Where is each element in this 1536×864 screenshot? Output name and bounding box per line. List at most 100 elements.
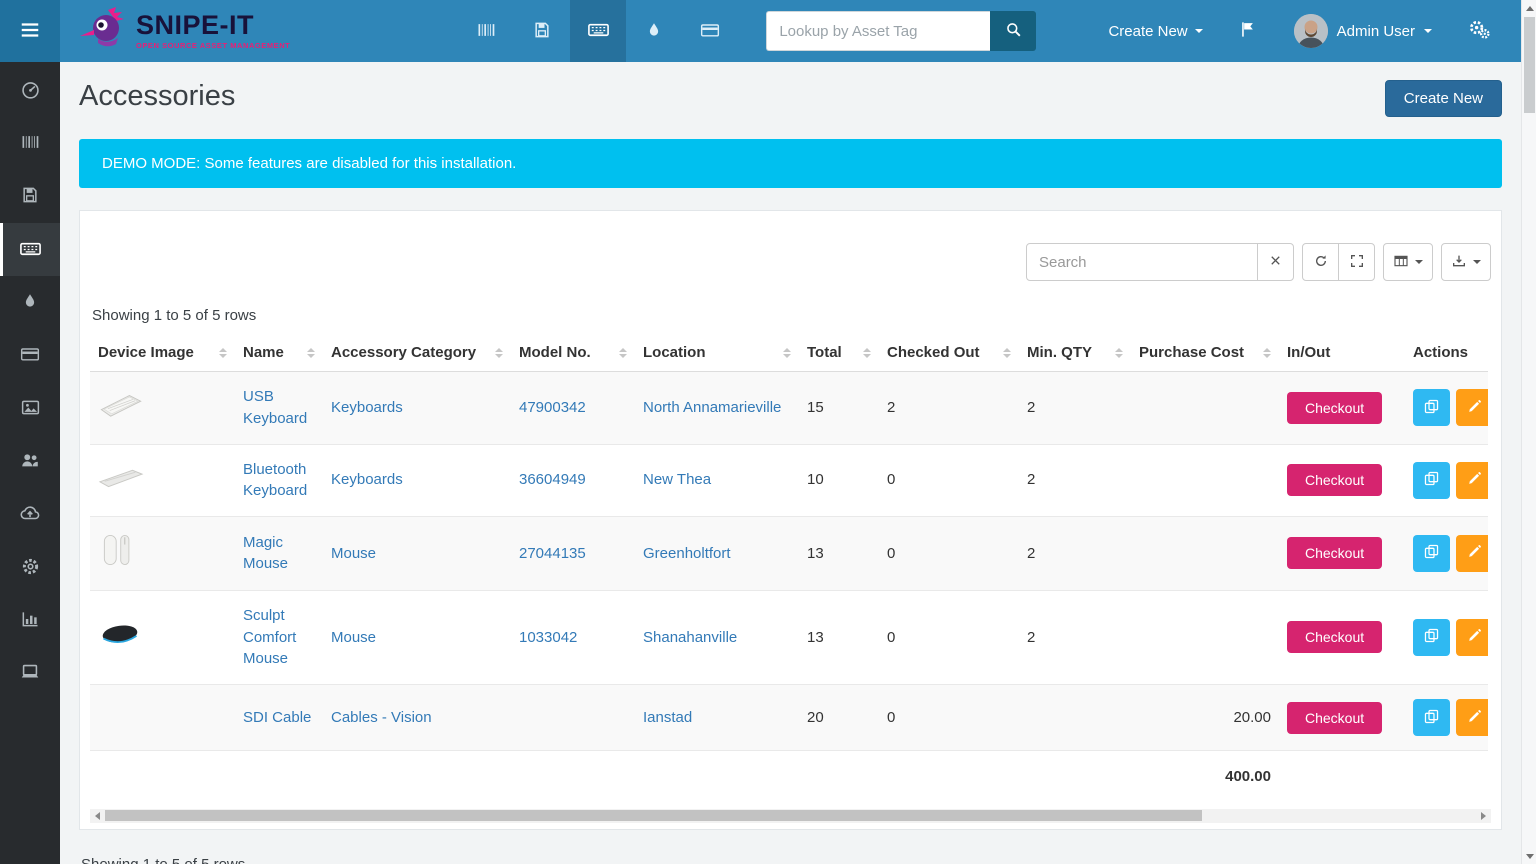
scroll-right-arrow-icon[interactable] <box>1476 809 1491 823</box>
table-search-input[interactable] <box>1026 243 1258 281</box>
sidebar-item-licenses[interactable] <box>0 170 60 223</box>
checkout-button[interactable]: Checkout <box>1287 702 1382 734</box>
image-icon <box>20 397 41 421</box>
edit-button[interactable] <box>1456 389 1488 426</box>
accessory-name-link[interactable]: Bluetooth Keyboard <box>243 461 307 500</box>
sidebar-item-reports[interactable] <box>0 594 60 647</box>
in-out-cell: Checkout <box>1279 444 1405 517</box>
navbar-create-new-dropdown[interactable]: Create New <box>1108 23 1202 40</box>
shortcut-components[interactable] <box>682 0 738 62</box>
fullscreen-icon <box>1349 253 1365 272</box>
clone-button[interactable] <box>1413 389 1450 426</box>
sculpt-comfort-mouse-image[interactable] <box>98 620 142 648</box>
clear-search-button[interactable] <box>1257 243 1294 281</box>
col-checked-out[interactable]: Checked Out <box>879 334 1019 372</box>
col-model-no[interactable]: Model No. <box>511 334 635 372</box>
table-row: Sculpt Comfort Mouse Mouse 1033042 Shana… <box>90 590 1488 684</box>
edit-pencil-icon <box>1466 543 1483 563</box>
sidebar-item-requestable[interactable] <box>0 647 60 700</box>
gear-icon <box>20 556 41 580</box>
col-min-qty[interactable]: Min. QTY <box>1019 334 1131 372</box>
admin-settings-button[interactable] <box>1468 18 1491 44</box>
sidebar-item-accessories[interactable] <box>0 223 60 276</box>
main-content: Accessories Create New DEMO MODE: Some f… <box>60 62 1521 864</box>
user-menu[interactable]: Admin User <box>1294 14 1432 48</box>
edit-button[interactable] <box>1456 699 1488 736</box>
droplet-icon <box>645 21 663 42</box>
accessory-category-link[interactable]: Mouse <box>331 545 376 562</box>
col-accessory-category[interactable]: Accessory Category <box>323 334 511 372</box>
asset-tag-lookup-input[interactable] <box>766 11 990 51</box>
sidebar-item-people[interactable] <box>0 435 60 488</box>
scroll-left-arrow-icon[interactable] <box>90 809 105 823</box>
accessory-category-link[interactable]: Keyboards <box>331 471 403 488</box>
actions-cell <box>1405 517 1488 591</box>
edit-button[interactable] <box>1456 462 1488 499</box>
refresh-button[interactable] <box>1302 243 1339 281</box>
shortcut-consumables[interactable] <box>626 0 682 62</box>
brand-logo[interactable]: SNIPE-IT OPEN SOURCE ASSET MANAGEMENT <box>78 6 290 57</box>
create-new-button[interactable]: Create New <box>1385 80 1502 117</box>
columns-dropdown-button[interactable] <box>1383 243 1433 281</box>
checkout-button[interactable]: Checkout <box>1287 621 1382 653</box>
flag-button[interactable] <box>1239 20 1258 42</box>
sidebar-item-import[interactable] <box>0 488 60 541</box>
chevron-down-icon <box>1415 260 1423 264</box>
col-total[interactable]: Total <box>799 334 879 372</box>
clone-button[interactable] <box>1413 619 1450 656</box>
name-cell: Magic Mouse <box>235 517 323 591</box>
location-cell: Ianstad <box>635 685 799 751</box>
col-purchase-cost[interactable]: Purchase Cost <box>1131 334 1279 372</box>
location-link[interactable]: Ianstad <box>643 709 692 726</box>
location-link[interactable]: North Annamarieville <box>643 399 781 416</box>
scroll-up-arrow-icon[interactable] <box>1522 0 1536 16</box>
clone-button[interactable] <box>1413 462 1450 499</box>
model-no-link[interactable]: 1033042 <box>519 629 577 646</box>
edit-button[interactable] <box>1456 619 1488 656</box>
horizontal-scrollbar[interactable] <box>90 809 1491 823</box>
accessory-category-link[interactable]: Mouse <box>331 629 376 646</box>
shortcut-licenses[interactable] <box>514 0 570 62</box>
sidebar-item-kits[interactable] <box>0 382 60 435</box>
scroll-down-arrow-icon[interactable] <box>1522 848 1536 864</box>
checkout-button[interactable]: Checkout <box>1287 392 1382 424</box>
export-dropdown-button[interactable] <box>1441 243 1491 281</box>
accessory-name-link[interactable]: Sculpt Comfort Mouse <box>243 607 296 668</box>
clone-button[interactable] <box>1413 699 1450 736</box>
shortcut-barcode[interactable] <box>458 0 514 62</box>
horizontal-scrollbar-thumb[interactable] <box>105 810 1202 821</box>
usb-keyboard-image[interactable] <box>98 389 144 419</box>
sidebar-item-components[interactable] <box>0 329 60 382</box>
col-device-image[interactable]: Device Image <box>90 334 235 372</box>
col-location[interactable]: Location <box>635 334 799 372</box>
model-no-link[interactable]: 47900342 <box>519 399 586 416</box>
col-name[interactable]: Name <box>235 334 323 372</box>
sidebar-item-dashboard[interactable] <box>0 64 60 117</box>
sidebar-item-assets[interactable] <box>0 117 60 170</box>
vertical-scrollbar-thumb[interactable] <box>1524 17 1535 113</box>
model-no-link[interactable]: 27044135 <box>519 545 586 562</box>
sidebar-item-settings[interactable] <box>0 541 60 594</box>
location-link[interactable]: Greenholtfort <box>643 545 731 562</box>
edit-button[interactable] <box>1456 535 1488 572</box>
location-link[interactable]: Shanahanville <box>643 629 737 646</box>
shortcut-accessories[interactable] <box>570 0 626 62</box>
location-link[interactable]: New Thea <box>643 471 711 488</box>
accessory-name-link[interactable]: Magic Mouse <box>243 534 288 573</box>
checkout-button[interactable]: Checkout <box>1287 537 1382 569</box>
accessory-name-link[interactable]: USB Keyboard <box>243 388 307 427</box>
accessory-name-link[interactable]: SDI Cable <box>243 709 311 726</box>
clone-button[interactable] <box>1413 535 1450 572</box>
magic-mouse-image[interactable] <box>98 531 138 569</box>
model-no-link[interactable]: 36604949 <box>519 471 586 488</box>
fullscreen-button[interactable] <box>1338 243 1375 281</box>
accessory-category-link[interactable]: Cables - Vision <box>331 709 432 726</box>
asset-tag-search-button[interactable] <box>990 11 1036 51</box>
save-icon <box>532 20 552 43</box>
hamburger-menu-button[interactable] <box>0 0 60 62</box>
checkout-button[interactable]: Checkout <box>1287 464 1382 496</box>
vertical-scrollbar[interactable] <box>1521 0 1536 864</box>
accessory-category-link[interactable]: Keyboards <box>331 399 403 416</box>
bluetooth-keyboard-image[interactable] <box>98 464 144 490</box>
sidebar-item-consumables[interactable] <box>0 276 60 329</box>
